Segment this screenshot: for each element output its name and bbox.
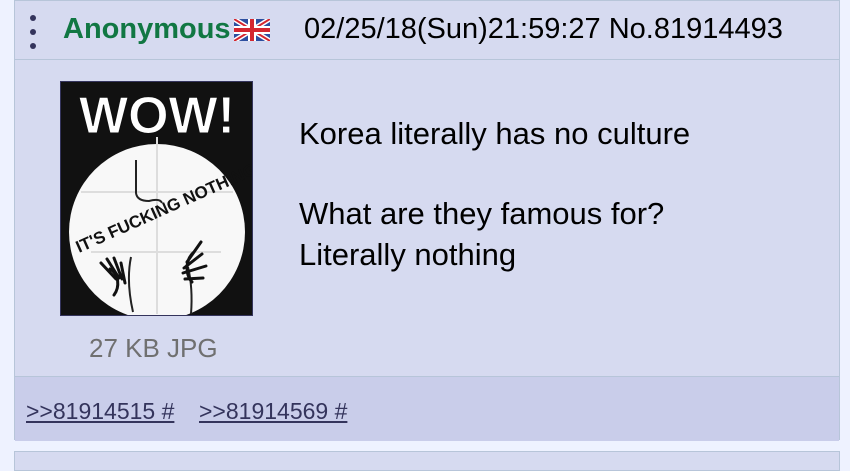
reply-link[interactable]: >>81914515 # — [26, 397, 174, 425]
uk-flag-icon — [234, 19, 270, 41]
post-reply-bar: >>81914515 # >>81914569 # — [15, 376, 839, 441]
image-wow-text: WOW! — [79, 87, 235, 145]
post-message: Korea literally has no culture What are … — [299, 113, 819, 275]
post-datetime-number: 02/25/18(Sun)21:59:27 No.81914493 — [304, 13, 783, 45]
file-info: 27 KB JPG — [89, 333, 218, 363]
post-card: Anonymous 02/25/18(Sun)21:59:27 No.81914… — [14, 0, 840, 441]
message-line: Korea literally has no culture — [299, 116, 691, 151]
poster-name: Anonymous — [63, 13, 231, 45]
message-line: Literally nothing — [299, 237, 517, 272]
reply-link[interactable]: >>81914569 # — [199, 397, 347, 425]
next-post-card — [14, 451, 840, 471]
message-line: What are they famous for? — [299, 196, 665, 231]
post-image-thumbnail[interactable]: WOW! IT'S FUCKING NOTHING — [60, 81, 253, 316]
post-header: Anonymous 02/25/18(Sun)21:59:27 No.81914… — [15, 1, 839, 60]
more-options-icon[interactable] — [28, 15, 38, 49]
